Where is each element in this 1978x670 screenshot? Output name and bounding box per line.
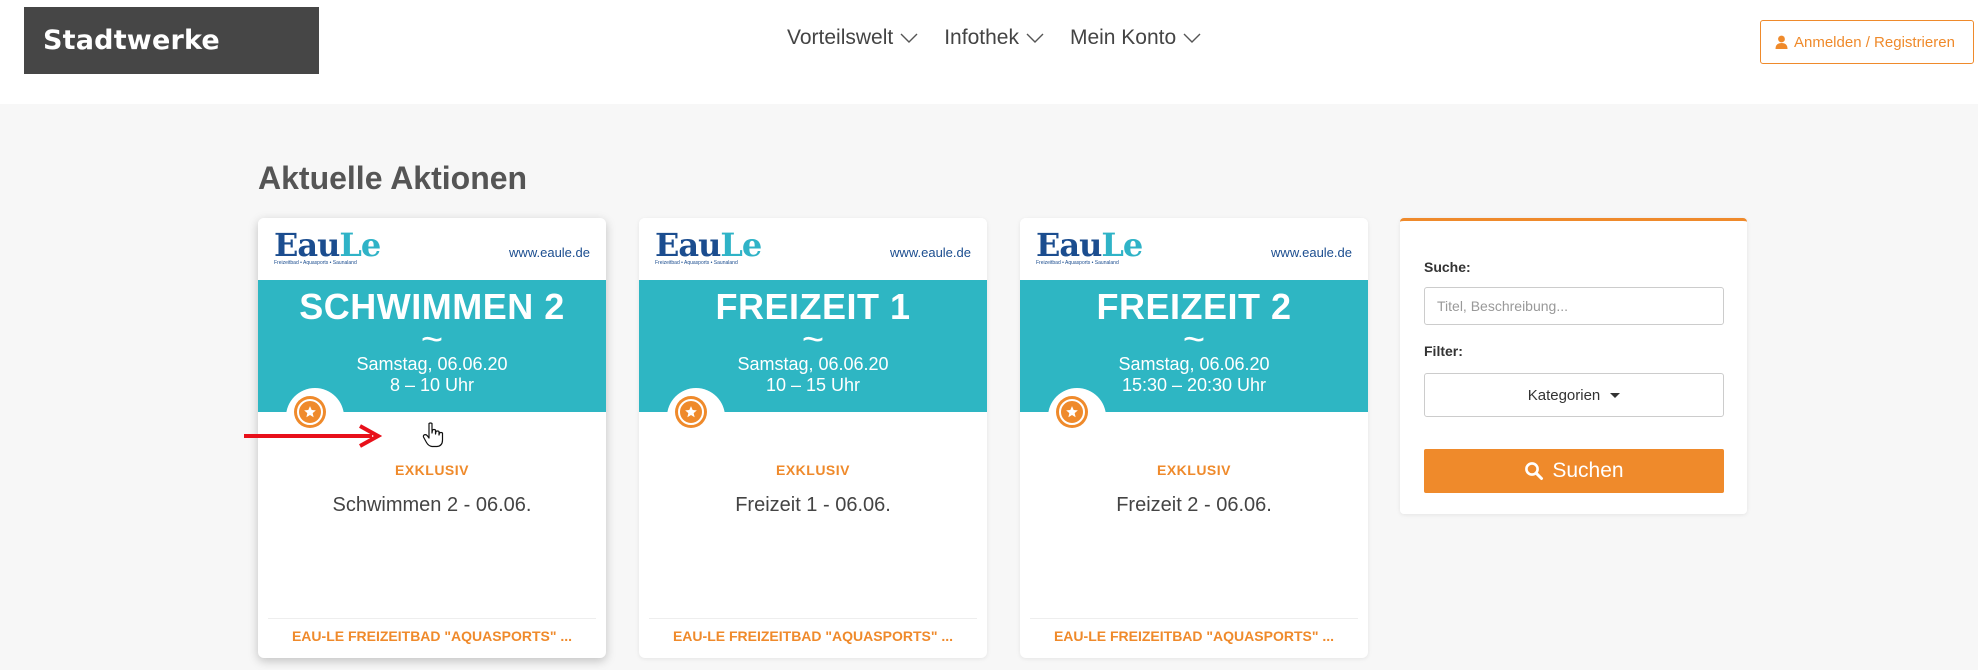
banner-date: Samstag, 06.06.20 [1118,354,1270,374]
search-button-label: Suchen [1552,459,1624,482]
banner-tilde: ~ [420,319,444,361]
promo-card[interactable]: EauLe Freizeitbad • Aquasports • Saunala… [1020,218,1368,658]
card-title: Freizeit 2 - 06.06. [1116,494,1272,516]
card-header: EauLe Freizeitbad • Aquasports • Saunala… [258,218,606,280]
search-button[interactable]: Suchen [1424,449,1724,493]
banner-date: Samstag, 06.06.20 [356,354,508,374]
brand-le: Le [1101,226,1143,264]
nav-item-vorteilswelt[interactable]: Vorteilswelt [787,26,919,50]
caret-down-icon [1610,392,1621,398]
brand-eau: Eau [1036,226,1102,264]
banner-date: Samstag, 06.06.20 [737,354,889,374]
brand-le: Le [720,226,762,264]
card-provider: EAU-LE FREIZEITBAD "AQUASPORTS" ... [672,628,954,644]
website-url: www.eaule.de [509,245,590,260]
nav-label: Vorteilswelt [787,26,894,49]
search-filter-panel: Suche: Filter: Kategorien Suchen [1400,218,1747,514]
brand-eau: Eau [655,226,721,264]
card-title: Schwimmen 2 - 06.06. [332,494,532,516]
exclusive-label: EXKLUSIV [1156,462,1231,478]
main-nav: Vorteilswelt Infothek Mein Konto [787,26,1202,50]
search-input[interactable] [1424,287,1724,325]
star-icon [675,396,707,428]
website-url: www.eaule.de [890,245,971,260]
site-header: Stadtwerke Lemgo Vorteilswelt Infothek M… [0,0,1978,123]
banner-tilde: ~ [801,319,825,361]
card-divider [1030,618,1358,619]
login-register-button[interactable]: Anmelden / Registrieren [1760,20,1974,64]
exclusive-label: EXKLUSIV [775,462,850,478]
chevron-down-icon [1026,33,1044,43]
card-provider: EAU-LE FREIZEITBAD "AQUASPORTS" ... [1053,628,1335,644]
exclusive-label: EXKLUSIV [394,462,469,478]
red-arrow-icon [244,424,383,448]
eaule-logo: EauLe Freizeitbad • Aquasports • Saunala… [655,226,762,266]
eaule-logo: EauLe Freizeitbad • Aquasports • Saunala… [274,226,381,266]
filter-label: Filter: [1424,343,1463,359]
category-dropdown[interactable]: Kategorien [1424,373,1724,417]
website-url: www.eaule.de [1271,245,1352,260]
brand-le: Le [339,226,381,264]
star-icon [1056,396,1088,428]
card-provider: EAU-LE FREIZEITBAD "AQUASPORTS" ... [291,628,573,644]
hand-pointer-icon [422,422,444,448]
login-label: Anmelden / Registrieren [1794,33,1955,51]
site-logo[interactable]: Stadtwerke Lemgo [24,7,319,123]
page-title: Aktuelle Aktionen [258,160,528,196]
eaule-logo: EauLe Freizeitbad • Aquasports • Saunala… [1036,226,1143,266]
card-header: EauLe Freizeitbad • Aquasports • Saunala… [639,218,987,280]
banner-tilde: ~ [1182,319,1206,361]
chevron-down-icon [1183,33,1201,43]
nav-item-mein-konto[interactable]: Mein Konto [1070,26,1202,50]
nav-label: Mein Konto [1069,26,1177,49]
search-icon [1525,462,1544,480]
nav-item-infothek[interactable]: Infothek [944,26,1045,50]
brand-eau: Eau [274,226,340,264]
card-divider [268,618,596,619]
logo-text-bold: Stadtwerke [43,25,220,56]
card-title: Freizeit 1 - 06.06. [735,494,891,516]
promo-card[interactable]: EauLe Freizeitbad • Aquasports • Saunala… [639,218,987,658]
main-content: Aktuelle Aktionen EauLe Freizeitbad • Aq… [0,104,1978,670]
nav-label: Infothek [944,26,1019,49]
card-header: EauLe Freizeitbad • Aquasports • Saunala… [1020,218,1368,280]
chevron-down-icon [900,33,918,43]
card-divider [649,618,977,619]
category-dropdown-label: Kategorien [1527,386,1601,404]
user-icon [1775,35,1788,49]
search-label: Suche: [1424,259,1471,275]
